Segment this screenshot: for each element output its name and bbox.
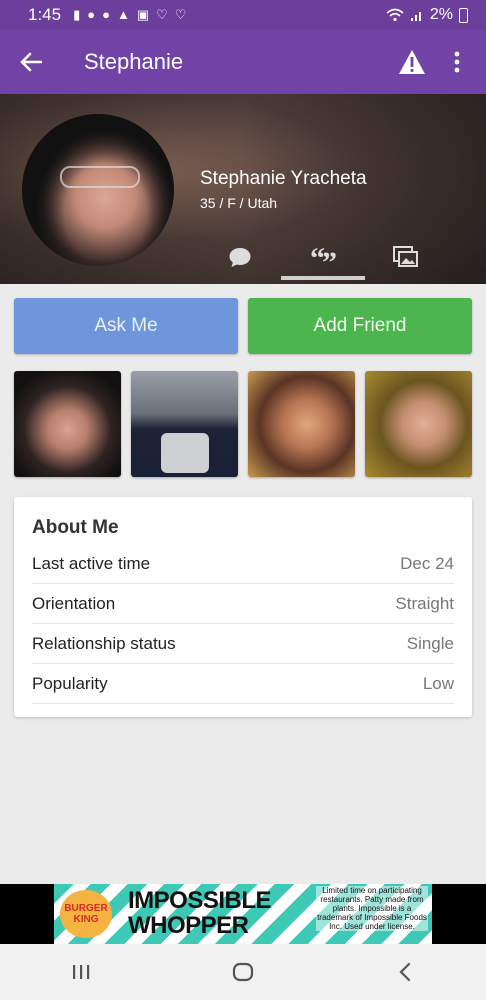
ad-headline-line1: IMPOSSIBLE <box>128 887 272 914</box>
about-row-popularity: Popularity Low <box>32 664 454 704</box>
messenger-icon: ● <box>102 7 110 22</box>
svg-text:”: ” <box>322 246 337 266</box>
ad-area: BURGER KING IMPOSSIBLE WHOPPER Limited t… <box>0 884 486 944</box>
photo-thumbnail[interactable] <box>365 371 472 477</box>
row-value: Straight <box>395 593 454 613</box>
row-value: Low <box>422 673 454 693</box>
tab-photos[interactable] <box>365 234 448 280</box>
battery-percent: 2% <box>429 6 453 23</box>
system-nav-bar <box>0 944 486 1000</box>
alert-icon: ▮ <box>73 7 81 22</box>
profile-tabs: “” <box>198 234 448 284</box>
add-friend-button[interactable]: Add Friend <box>248 298 472 354</box>
ad-headline-line2: WHOPPER <box>128 912 249 939</box>
profile-name: Stephanie Yracheta <box>200 168 367 189</box>
home-icon <box>232 962 254 982</box>
page-title: Stephanie <box>84 49 184 74</box>
signal-icon <box>410 12 421 21</box>
mountain-icon: ▲ <box>116 7 130 22</box>
profile-header: Stephanie Yracheta 35 / F / Utah “” <box>0 94 486 284</box>
ad-headline: IMPOSSIBLE WHOPPER <box>128 887 272 939</box>
quote-icon: “” <box>310 244 337 266</box>
ad-banner[interactable]: BURGER KING IMPOSSIBLE WHOPPER Limited t… <box>54 884 432 944</box>
more-options-button[interactable] <box>432 37 482 87</box>
tab-quotes[interactable]: “” <box>281 234 365 280</box>
action-buttons: Ask Me Add Friend <box>14 298 472 354</box>
wifi-icon <box>386 8 404 22</box>
battery-icon <box>459 7 468 23</box>
row-label: Relationship status <box>32 633 176 653</box>
messenger-icon: ● <box>87 7 96 22</box>
photo-thumbnail[interactable] <box>248 371 355 477</box>
status-right: 2% <box>386 6 468 24</box>
back-arrow-icon <box>20 52 42 72</box>
about-row-last-active: Last active time Dec 24 <box>32 544 454 584</box>
status-time: 1:45 <box>28 5 62 24</box>
back-nav-button[interactable] <box>375 947 435 997</box>
about-title: About Me <box>32 517 119 538</box>
row-label: Popularity <box>32 673 108 693</box>
ad-fine-print: Limited time on participating restaurant… <box>316 886 428 931</box>
avatar[interactable] <box>22 114 174 266</box>
warning-icon <box>399 50 425 74</box>
profile-details: 35 / F / Utah <box>200 195 278 211</box>
recent-apps-icon <box>73 965 90 979</box>
back-nav-icon <box>399 962 411 982</box>
heart-chat-icon: ♡ <box>156 7 168 22</box>
ask-me-button[interactable]: Ask Me <box>14 298 238 354</box>
about-row-orientation: Orientation Straight <box>32 584 454 624</box>
row-value: Single <box>406 633 454 653</box>
row-label: Last active time <box>32 553 151 573</box>
chat-bubble-icon <box>229 248 251 267</box>
home-button[interactable] <box>213 947 273 997</box>
photos-icon <box>393 246 419 267</box>
photo-thumbnail[interactable] <box>14 371 121 477</box>
recent-apps-button[interactable] <box>51 947 111 997</box>
photo-gallery <box>14 371 472 477</box>
row-label: Orientation <box>32 593 116 613</box>
status-bar: 1:45 ▮ ● ● ▲ ▣ ♡ ♡ 2% <box>0 0 486 30</box>
photo-thumbnail[interactable] <box>131 371 238 477</box>
burger-king-logo: BURGER KING <box>60 890 112 938</box>
about-row-relationship-status: Relationship status Single <box>32 624 454 664</box>
heart-chat-icon: ♡ <box>174 7 187 22</box>
row-value: Dec 24 <box>400 553 454 573</box>
app-bar: Stephanie <box>0 30 486 94</box>
back-button[interactable] <box>0 30 62 94</box>
tab-chat[interactable] <box>198 234 281 280</box>
report-button[interactable] <box>392 42 432 82</box>
more-vertical-icon <box>454 51 460 73</box>
notification-icons: ▮ ● ● ▲ ▣ ♡ ♡ <box>73 7 186 23</box>
about-me-card: About Me Last active time Dec 24 Orienta… <box>14 497 472 717</box>
image-icon: ▣ <box>136 7 150 22</box>
